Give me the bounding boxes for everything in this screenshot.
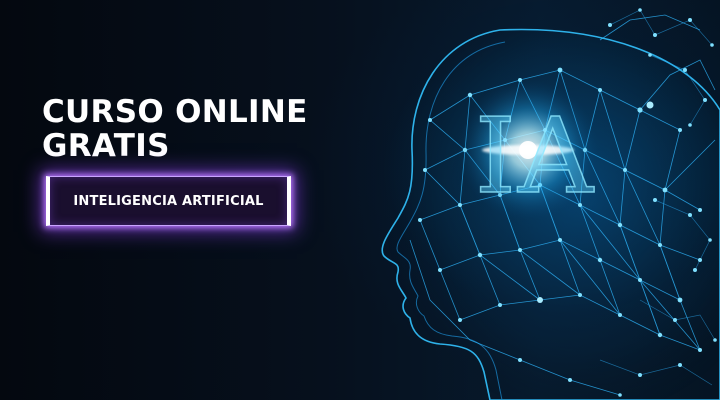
course-topic-label: INTELIGENCIA ARTIFICIAL xyxy=(73,193,264,209)
ia-letters: IA xyxy=(475,95,595,217)
course-topic-badge: INTELIGENCIA ARTIFICIAL xyxy=(46,176,291,226)
headline: CURSO ONLINE GRATIS xyxy=(42,95,308,163)
headline-line-1: CURSO ONLINE xyxy=(42,94,308,130)
banner: IA CURSO ONLINE GRATIS INTELIGENCIA ARTI… xyxy=(0,0,720,400)
headline-line-2: GRATIS xyxy=(42,128,170,164)
